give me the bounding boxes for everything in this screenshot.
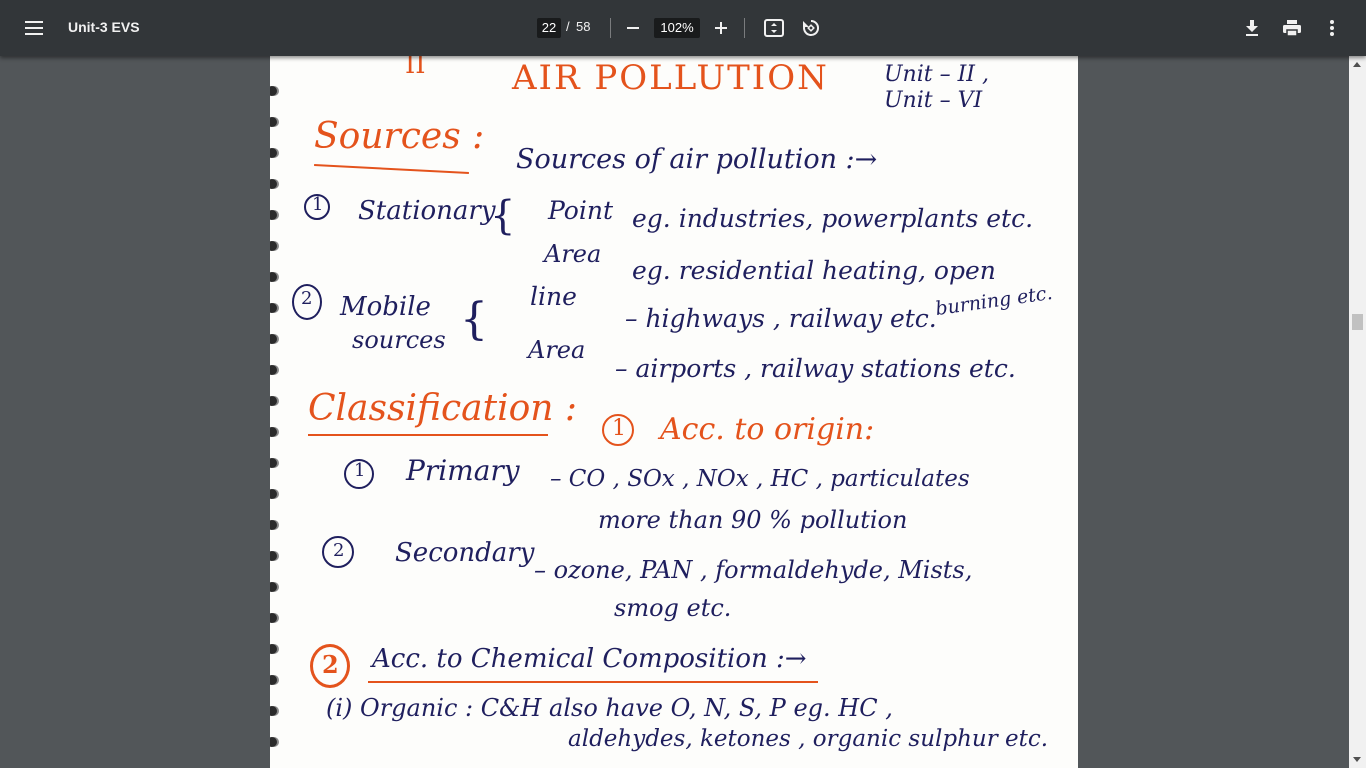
toolbar-divider — [744, 18, 745, 38]
unit-reference: Unit – II , — [884, 62, 989, 87]
rotate-icon[interactable] — [797, 14, 825, 42]
page-separator: / — [566, 19, 570, 34]
print-icon[interactable] — [1278, 14, 1306, 42]
underline — [308, 434, 548, 436]
mobile-label: Mobile — [340, 292, 431, 322]
binding-hole — [270, 644, 277, 654]
scrollbar-thumb[interactable] — [1352, 314, 1363, 330]
binding-hole — [270, 148, 277, 158]
item-number: 1 — [312, 194, 324, 215]
point-label: Point — [548, 196, 614, 225]
chemical-composition-label: Acc. to Chemical Composition :→ — [372, 644, 807, 674]
brace: { — [460, 294, 488, 345]
point-example: eg. industries, powerplants etc. — [632, 204, 1034, 233]
area-label: Area — [544, 240, 602, 268]
binding-hole — [270, 551, 277, 561]
binding-hole — [270, 117, 277, 127]
zoom-in-icon[interactable] — [708, 14, 734, 42]
binding-hole — [270, 427, 277, 437]
classification-title: Classification : — [308, 388, 578, 429]
pdf-toolbar: Unit-3 EVS 22 / 58 102% — [0, 0, 1366, 56]
area-example: eg. residential heating, open — [632, 256, 996, 285]
binding-hole — [270, 241, 277, 251]
mobile-area-example: – airports , railway stations etc. — [615, 354, 1016, 383]
secondary-label: Secondary — [395, 538, 535, 568]
binding-hole — [270, 675, 277, 685]
hamburger-menu-icon[interactable] — [18, 12, 50, 44]
secondary-example-continued: smog etc. — [614, 594, 732, 622]
scroll-down-icon[interactable] — [1353, 757, 1361, 762]
primary-example: – CO , SOx , NOx , HC , particulates — [550, 466, 970, 492]
primary-label: Primary — [406, 454, 520, 487]
item-number: 2 — [322, 650, 339, 679]
organic-example-continued: aldehydes, ketones , organic sulphur etc… — [568, 726, 1049, 752]
line-example: – highways , railway etc. — [625, 304, 937, 333]
binding-hole — [270, 706, 277, 716]
document-title: Unit-3 EVS — [68, 19, 140, 35]
binding-hole — [270, 210, 277, 220]
item-number: 1 — [354, 460, 366, 481]
binding-hole — [270, 489, 277, 499]
more-vert-icon[interactable] — [1318, 14, 1346, 42]
heading-mark: II — [405, 56, 426, 80]
toolbar-divider — [610, 18, 611, 38]
item-number: 2 — [333, 540, 345, 561]
sources-subtitle: Sources of air pollution :→ — [516, 144, 878, 175]
zoom-out-icon[interactable] — [620, 14, 646, 42]
brace: { — [490, 193, 516, 239]
area-example-continued: burning etc. — [934, 281, 1054, 321]
binding-hole — [270, 272, 277, 282]
document-viewer[interactable]: II AIR POLLUTION Unit – II , Unit – VI S… — [0, 56, 1366, 768]
underline — [368, 681, 818, 683]
binding-hole — [270, 365, 277, 375]
current-page-input[interactable]: 22 — [537, 18, 561, 38]
primary-example-continued: more than 90 % pollution — [598, 506, 908, 534]
line-label: line — [530, 282, 577, 311]
underline — [314, 163, 469, 175]
binding-hole — [270, 179, 277, 189]
stationary-label: Stationary — [358, 196, 496, 226]
page-heading: AIR POLLUTION — [512, 58, 829, 98]
secondary-example: – ozone, PAN , formaldehyde, Mists, — [534, 556, 973, 584]
binding-hole — [270, 520, 277, 530]
binding-hole — [270, 396, 277, 406]
total-pages: 58 — [576, 19, 591, 34]
fit-to-page-icon[interactable] — [760, 14, 788, 42]
scroll-up-icon[interactable] — [1353, 62, 1361, 67]
mobile-area-label: Area — [528, 336, 586, 364]
mobile-label-continued: sources — [352, 326, 446, 354]
binding-hole — [270, 86, 277, 96]
sources-title: Sources : — [314, 116, 485, 157]
download-icon[interactable] — [1238, 14, 1266, 42]
binding-hole — [270, 737, 277, 747]
binding-hole — [270, 334, 277, 344]
binding-hole — [270, 303, 277, 313]
organic-label: (i) Organic : C&H also have O, N, S, P e… — [326, 694, 893, 722]
item-number: 1 — [612, 416, 626, 441]
item-number: 2 — [301, 288, 313, 309]
binding-hole — [270, 458, 277, 468]
binding-hole — [270, 582, 277, 592]
zoom-level-input[interactable]: 102% — [654, 18, 700, 38]
origin-label: Acc. to origin: — [660, 412, 875, 447]
pdf-page: II AIR POLLUTION Unit – II , Unit – VI S… — [270, 56, 1078, 768]
unit-reference: Unit – VI — [884, 88, 983, 113]
vertical-scrollbar[interactable] — [1349, 56, 1366, 768]
binding-hole — [270, 613, 277, 623]
